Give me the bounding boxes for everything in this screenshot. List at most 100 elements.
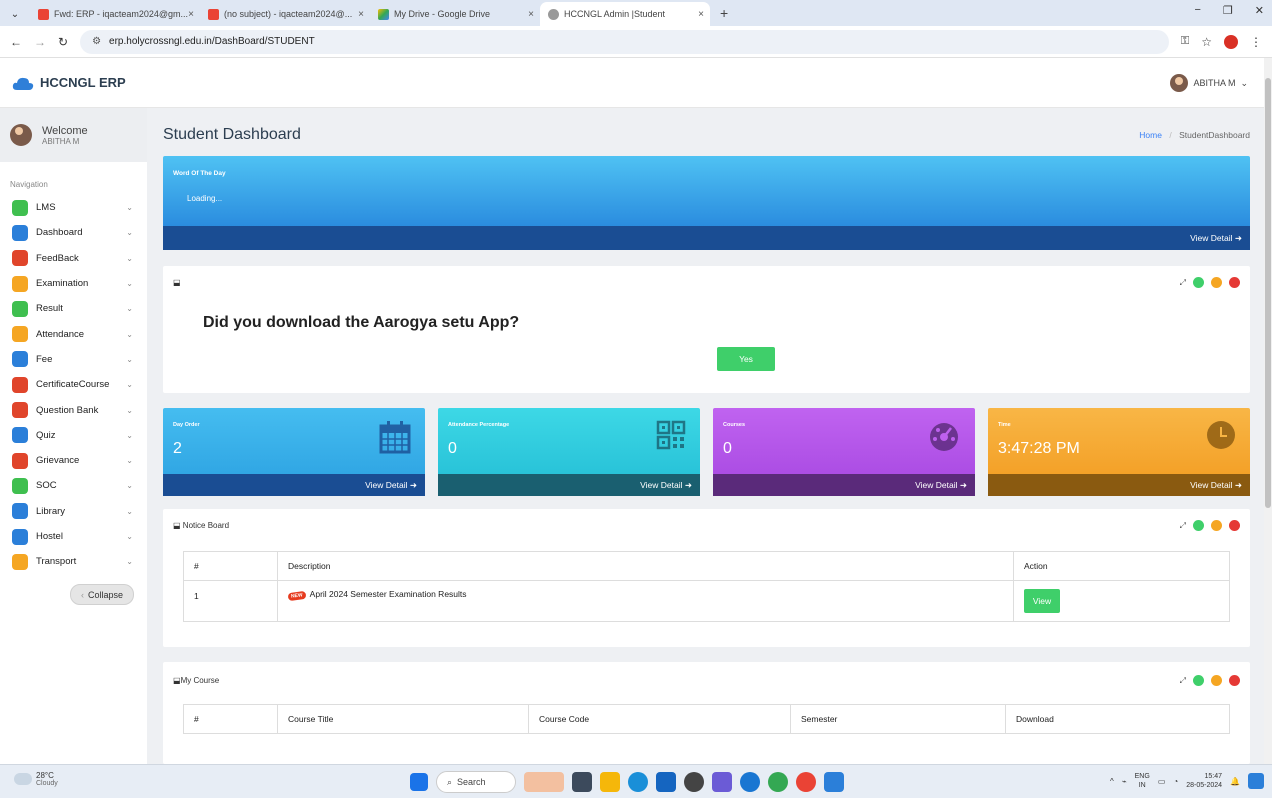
wifi-icon[interactable]: ⌁: [1122, 777, 1127, 786]
stat-view-detail[interactable]: View Detail ➜: [438, 474, 700, 496]
close-tab-icon[interactable]: ×: [528, 9, 534, 20]
reload-icon[interactable]: ↻: [58, 35, 68, 49]
photos-icon[interactable]: [824, 772, 844, 792]
back-icon[interactable]: ←: [10, 35, 22, 49]
sidebar-item-attendance[interactable]: Attendance ⌄: [0, 321, 147, 346]
expand-icon[interactable]: ⤢: [1180, 521, 1186, 531]
forward-icon[interactable]: →: [34, 35, 46, 49]
chrome-icon[interactable]: [768, 772, 788, 792]
tray-chevron-up-icon[interactable]: ^: [1110, 777, 1114, 786]
scrollbar-thumb[interactable]: [1265, 78, 1271, 508]
pulse-icon: [12, 224, 28, 241]
windows-start-icon[interactable]: [410, 773, 428, 791]
panel-controls: ⤢: [1180, 520, 1240, 531]
sidebar-item-label: Fee: [36, 353, 53, 365]
close-tab-icon[interactable]: ×: [698, 9, 704, 20]
rss-icon: [12, 452, 28, 469]
weather-widget[interactable]: 28°C Cloudy: [14, 771, 58, 787]
browser-tab-1[interactable]: Fwd: ERP - iqacteam2024@gm... ×: [30, 2, 200, 26]
key-icon[interactable]: ⚿: [1181, 35, 1189, 48]
edge-icon[interactable]: [628, 772, 648, 792]
chrome-profile-icon[interactable]: [796, 772, 816, 792]
breadcrumb-home[interactable]: Home: [1139, 130, 1162, 140]
browser-tab-3[interactable]: My Drive - Google Drive ×: [370, 2, 540, 26]
minimize-panel-icon[interactable]: [1211, 520, 1222, 531]
address-bar[interactable]: ⚙ erp.holycrossngl.edu.in/DashBoard/STUD…: [80, 29, 1169, 54]
sidebar-item-grievance[interactable]: Grievance ⌄: [0, 448, 147, 473]
chevron-down-icon: ⌄: [126, 481, 133, 491]
volume-icon[interactable]: ◔: [1173, 777, 1178, 786]
close-tab-icon[interactable]: ×: [188, 9, 194, 20]
sidebar-item-question-bank[interactable]: Question Bank ⌄: [0, 397, 147, 422]
stat-view-detail[interactable]: View Detail ➜: [163, 474, 425, 496]
refresh-icon[interactable]: [1193, 520, 1204, 531]
task-view-icon[interactable]: [572, 772, 592, 792]
notice-description[interactable]: NEW April 2024 Semester Examination Resul…: [277, 580, 1014, 622]
skype-icon[interactable]: [740, 772, 760, 792]
site-info-icon[interactable]: ⚙: [92, 36, 101, 47]
chevron-down-icon: ⌄: [126, 228, 133, 238]
stat-attendance: Attendance Percentage 0 View Detail ➜: [438, 408, 700, 496]
clock[interactable]: 15:47 28-05-2024: [1186, 772, 1222, 790]
collapse-button[interactable]: ‹ Collapse: [70, 584, 134, 606]
file-explorer-icon[interactable]: [600, 772, 620, 792]
sidebar-item-soc[interactable]: SOC ⌄: [0, 473, 147, 498]
close-window-icon[interactable]: ✕: [1255, 4, 1264, 17]
minimize-icon[interactable]: −: [1194, 4, 1200, 17]
sidebar-item-transport[interactable]: Transport ⌄: [0, 549, 147, 574]
new-tab-icon[interactable]: +: [710, 5, 728, 26]
browser-tab-4[interactable]: HCCNGL Admin |Student ×: [540, 2, 710, 26]
rss-icon: [12, 376, 28, 393]
clock-icon: [12, 326, 28, 343]
close-panel-icon[interactable]: [1229, 277, 1240, 288]
bookmark-star-icon[interactable]: ☆: [1201, 35, 1212, 49]
stat-view-detail[interactable]: View Detail ➜: [988, 474, 1250, 496]
profile-icon[interactable]: [1224, 34, 1238, 49]
sidebar-item-result[interactable]: Result ⌄: [0, 296, 147, 321]
expand-icon[interactable]: ⤢: [1180, 676, 1186, 686]
sidebar-item-feedback[interactable]: FeedBack ⌄: [0, 246, 147, 271]
tab-search-chevron-icon[interactable]: ⌄: [0, 9, 30, 26]
close-panel-icon[interactable]: [1229, 675, 1240, 686]
sidebar-item-fee[interactable]: Fee ⌄: [0, 347, 147, 372]
dell-icon[interactable]: [684, 772, 704, 792]
sidebar-item-hostel[interactable]: Hostel ⌄: [0, 524, 147, 549]
sidebar-item-dashboard[interactable]: Dashboard ⌄: [0, 220, 147, 245]
stat-view-detail[interactable]: View Detail ➜: [713, 474, 975, 496]
sidebar-item-lms[interactable]: LMS ⌄: [0, 195, 147, 220]
chevron-left-icon: ‹: [80, 589, 84, 600]
restore-icon[interactable]: ❐: [1223, 4, 1233, 17]
table-icon: [12, 477, 28, 494]
refresh-icon[interactable]: [1193, 277, 1204, 288]
expand-icon[interactable]: ⤢: [1180, 278, 1186, 288]
app-icon[interactable]: [712, 772, 732, 792]
widgets-icon[interactable]: [524, 772, 564, 792]
sidebar-item-examination[interactable]: Examination ⌄: [0, 271, 147, 296]
sidebar-item-label: LMS: [36, 202, 56, 214]
main-content: Student Dashboard Home / StudentDashboar…: [147, 108, 1264, 764]
display-icon[interactable]: ▭: [1158, 777, 1166, 786]
notification-bell-icon[interactable]: 🔔: [1230, 777, 1240, 786]
sidebar-item-certificatecourse[interactable]: CertificateCourse ⌄: [0, 372, 147, 397]
refresh-icon[interactable]: [1193, 675, 1204, 686]
taskbar-search[interactable]: ⌕ Search: [436, 771, 516, 793]
word-of-day-view-detail[interactable]: View Detail ➜: [163, 226, 1250, 250]
store-icon[interactable]: [656, 772, 676, 792]
view-button[interactable]: View: [1024, 589, 1060, 613]
chevron-down-icon: ⌄: [126, 430, 133, 440]
close-tab-icon[interactable]: ×: [358, 9, 364, 20]
user-menu[interactable]: ABITHA M ⌄: [1170, 74, 1248, 92]
sidebar-item-library[interactable]: Library ⌄: [0, 499, 147, 524]
browser-menu-icon[interactable]: ⋮: [1250, 35, 1262, 49]
yes-button[interactable]: Yes: [717, 347, 775, 371]
page-scrollbar[interactable]: [1264, 58, 1272, 764]
brand[interactable]: HCCNGL ERP: [12, 75, 126, 90]
copilot-icon[interactable]: [1248, 773, 1264, 789]
sidebar-item-quiz[interactable]: Quiz ⌄: [0, 423, 147, 448]
sidebar-item-label: Question Bank: [36, 404, 99, 416]
minimize-panel-icon[interactable]: [1211, 277, 1222, 288]
browser-tab-2[interactable]: (no subject) - iqacteam2024@... ×: [200, 2, 370, 26]
language-indicator[interactable]: ENG IN: [1135, 772, 1150, 790]
minimize-panel-icon[interactable]: [1211, 675, 1222, 686]
close-panel-icon[interactable]: [1229, 520, 1240, 531]
